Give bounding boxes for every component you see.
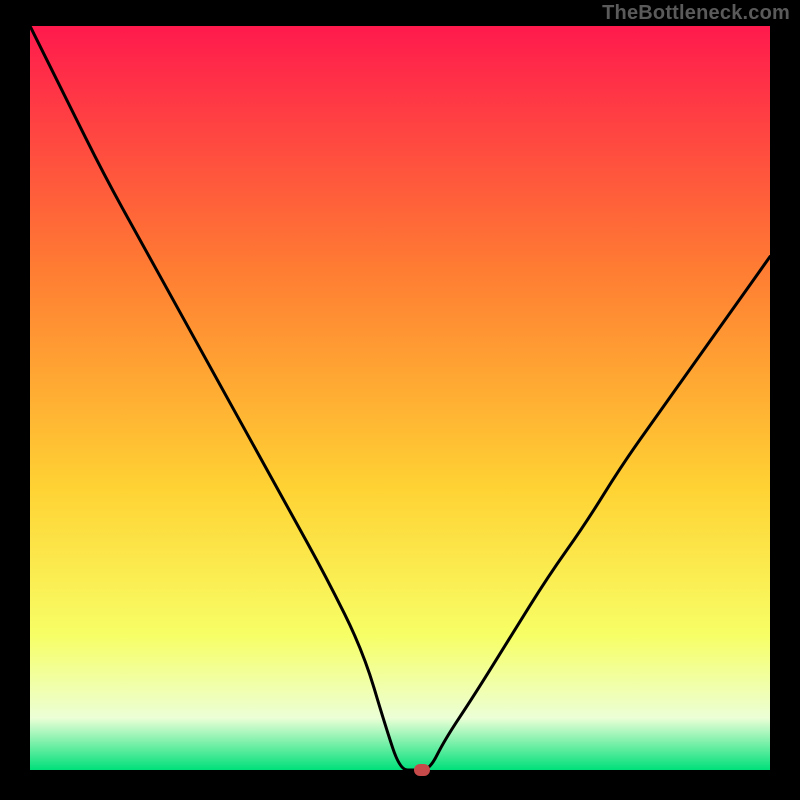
chart-frame: TheBottleneck.com: [0, 0, 800, 800]
gradient-background: [30, 26, 770, 770]
optimum-marker: [414, 764, 430, 776]
chart-svg: [30, 26, 770, 770]
plot-area: [30, 26, 770, 770]
watermark-text: TheBottleneck.com: [602, 2, 790, 25]
